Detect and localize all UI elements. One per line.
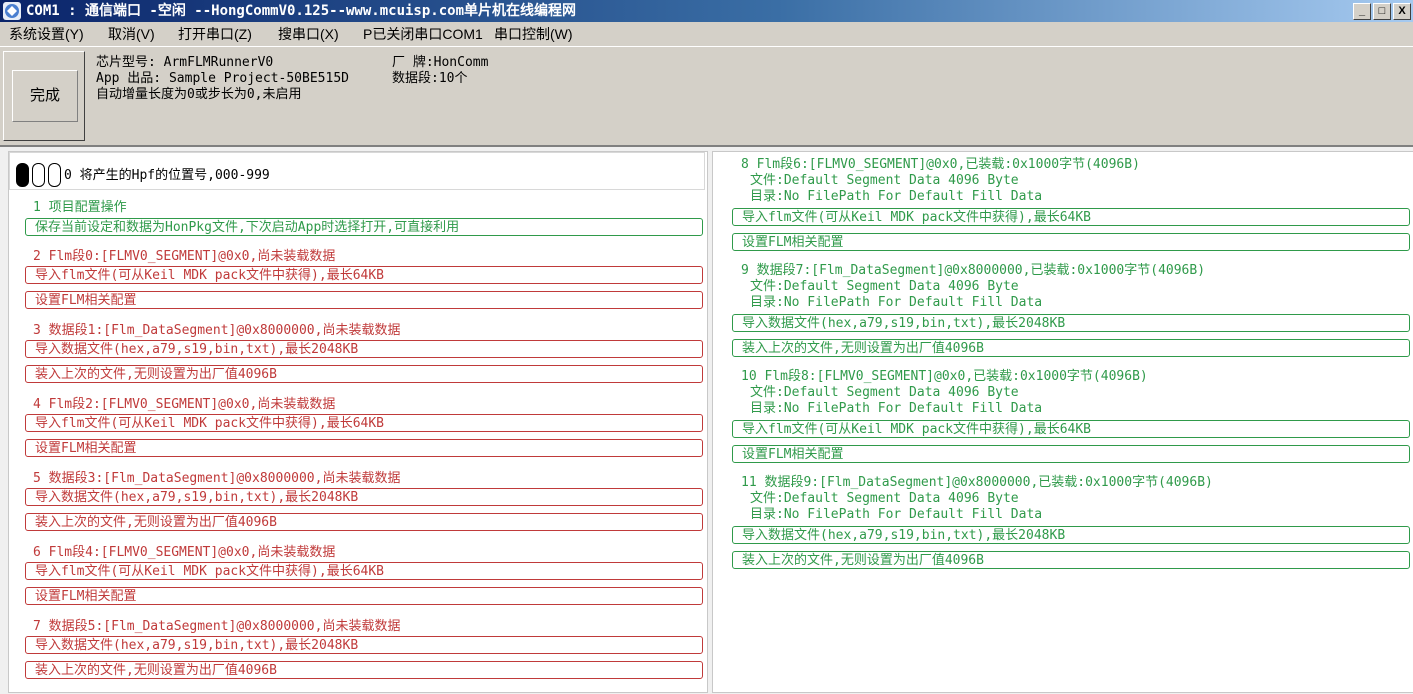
chip-model: 芯片型号: ArmFLMRunnerV0 [96, 55, 274, 70]
section-11-file: 文件:Default Segment Data 4096 Byte [750, 491, 1019, 506]
save-honpkg-button[interactable]: 保存当前设定和数据为HonPkg文件,下次启动App时选择打开,可直接利用 [25, 218, 703, 236]
section-3-title: 3 数据段1:[Flm_DataSegment]@0x8000000,尚未装载数… [33, 323, 401, 338]
section-10-file: 文件:Default Segment Data 4096 Byte [750, 385, 1019, 400]
section-5-import-button[interactable]: 导入数据文件(hex,a79,s19,bin,txt),最长2048KB [25, 488, 703, 506]
title-bar: COM1 : 通信端口 -空闲 --HongCommV0.125--www.mc… [0, 0, 1413, 22]
segment-count: 数据段:10个 [392, 71, 468, 86]
project-config-title: 1 项目配置操作 [33, 200, 127, 215]
spin-digit-1[interactable] [16, 163, 29, 187]
maximize-button[interactable]: □ [1373, 3, 1391, 20]
section-11-title: 11 数据段9:[Flm_DataSegment]@0x8000000,已装载:… [741, 475, 1213, 490]
right-panel[interactable]: 8 Flm段6:[FLMV0_SEGMENT]@0x0,已装载:0x1000字节… [712, 151, 1413, 693]
section-3-load-button[interactable]: 装入上次的文件,无则设置为出厂值4096B [25, 365, 703, 383]
window-title: COM1 : 通信端口 -空闲 --HongCommV0.125--www.mc… [26, 3, 577, 19]
left-panel[interactable]: 0 将产生的Hpf的位置号,000-999 1 项目配置操作 保存当前设定和数据… [8, 151, 708, 693]
menu-open-port[interactable]: 打开串口(Z) [178, 25, 252, 43]
auto-increment-status: 自动增量长度为0或步长为0,未启用 [96, 87, 302, 102]
section-2-import-button[interactable]: 导入flm文件(可从Keil MDK pack文件中获得),最长64KB [25, 266, 703, 284]
section-9-import-button[interactable]: 导入数据文件(hex,a79,s19,bin,txt),最长2048KB [732, 314, 1410, 332]
section-10-title: 10 Flm段8:[FLMV0_SEGMENT]@0x0,已装载:0x1000字… [741, 369, 1148, 384]
section-5-load-button[interactable]: 装入上次的文件,无则设置为出厂值4096B [25, 513, 703, 531]
section-7-import-button[interactable]: 导入数据文件(hex,a79,s19,bin,txt),最长2048KB [25, 636, 703, 654]
section-10-config-button[interactable]: 设置FLM相关配置 [732, 445, 1410, 463]
section-6-config-button[interactable]: 设置FLM相关配置 [25, 587, 703, 605]
section-7-load-button[interactable]: 装入上次的文件,无则设置为出厂值4096B [25, 661, 703, 679]
spin-digit-2[interactable] [32, 163, 45, 187]
section-4-config-button[interactable]: 设置FLM相关配置 [25, 439, 703, 457]
section-10-dir: 目录:No FilePath For Default Fill Data [750, 401, 1043, 416]
section-2-title: 2 Flm段0:[FLMV0_SEGMENT]@0x0,尚未装载数据 [33, 249, 336, 264]
section-9-load-button[interactable]: 装入上次的文件,无则设置为出厂值4096B [732, 339, 1410, 357]
menu-port-control[interactable]: 串口控制(W) [494, 25, 573, 43]
section-9-title: 9 数据段7:[Flm_DataSegment]@0x8000000,已装载:0… [741, 263, 1206, 278]
section-4-title: 4 Flm段2:[FLMV0_SEGMENT]@0x0,尚未装载数据 [33, 397, 336, 412]
close-button[interactable]: X [1393, 3, 1411, 20]
section-11-load-button[interactable]: 装入上次的文件,无则设置为出厂值4096B [732, 551, 1410, 569]
hpf-position-label: 0 将产生的Hpf的位置号,000-999 [64, 168, 270, 183]
info-panel: 完成 芯片型号: ArmFLMRunnerV0 厂 牌:HonComm App … [0, 47, 1413, 147]
section-8-file: 文件:Default Segment Data 4096 Byte [750, 173, 1019, 188]
menu-port-status[interactable]: P已关闭串口COM1 [363, 25, 483, 43]
section-8-config-button[interactable]: 设置FLM相关配置 [732, 233, 1410, 251]
section-6-title: 6 Flm段4:[FLMV0_SEGMENT]@0x0,尚未装载数据 [33, 545, 336, 560]
section-6-import-button[interactable]: 导入flm文件(可从Keil MDK pack文件中获得),最长64KB [25, 562, 703, 580]
section-11-import-button[interactable]: 导入数据文件(hex,a79,s19,bin,txt),最长2048KB [732, 526, 1410, 544]
menu-system-settings[interactable]: 系统设置(Y) [9, 25, 84, 43]
section-11-dir: 目录:No FilePath For Default Fill Data [750, 507, 1043, 522]
vendor: 厂 牌:HonComm [392, 55, 489, 70]
section-8-title: 8 Flm段6:[FLMV0_SEGMENT]@0x0,已装载:0x1000字节… [741, 157, 1140, 172]
app-logo-icon [3, 2, 21, 20]
section-8-dir: 目录:No FilePath For Default Fill Data [750, 189, 1043, 204]
section-10-import-button[interactable]: 导入flm文件(可从Keil MDK pack文件中获得),最长64KB [732, 420, 1410, 438]
menu-search-port[interactable]: 搜串口(X) [278, 25, 339, 43]
section-5-title: 5 数据段3:[Flm_DataSegment]@0x8000000,尚未装载数… [33, 471, 401, 486]
done-button-label: 完成 [12, 70, 78, 122]
section-9-file: 文件:Default Segment Data 4096 Byte [750, 279, 1019, 294]
menu-cancel[interactable]: 取消(V) [108, 25, 155, 43]
minimize-button[interactable]: _ [1353, 3, 1371, 20]
section-7-title: 7 数据段5:[Flm_DataSegment]@0x8000000,尚未装载数… [33, 619, 401, 634]
hpf-position-row: 0 将产生的Hpf的位置号,000-999 [9, 152, 705, 190]
spin-digit-3[interactable] [48, 163, 61, 187]
menu-bar: 系统设置(Y) 取消(V) 打开串口(Z) 搜串口(X) P已关闭串口COM1 … [0, 22, 1413, 47]
section-3-import-button[interactable]: 导入数据文件(hex,a79,s19,bin,txt),最长2048KB [25, 340, 703, 358]
section-8-import-button[interactable]: 导入flm文件(可从Keil MDK pack文件中获得),最长64KB [732, 208, 1410, 226]
section-9-dir: 目录:No FilePath For Default Fill Data [750, 295, 1043, 310]
app-name: App 出品: Sample Project-50BE515D [96, 71, 349, 86]
section-2-config-button[interactable]: 设置FLM相关配置 [25, 291, 703, 309]
done-button[interactable]: 完成 [3, 51, 85, 141]
content-area: 0 将产生的Hpf的位置号,000-999 1 项目配置操作 保存当前设定和数据… [0, 147, 1413, 694]
section-4-import-button[interactable]: 导入flm文件(可从Keil MDK pack文件中获得),最长64KB [25, 414, 703, 432]
